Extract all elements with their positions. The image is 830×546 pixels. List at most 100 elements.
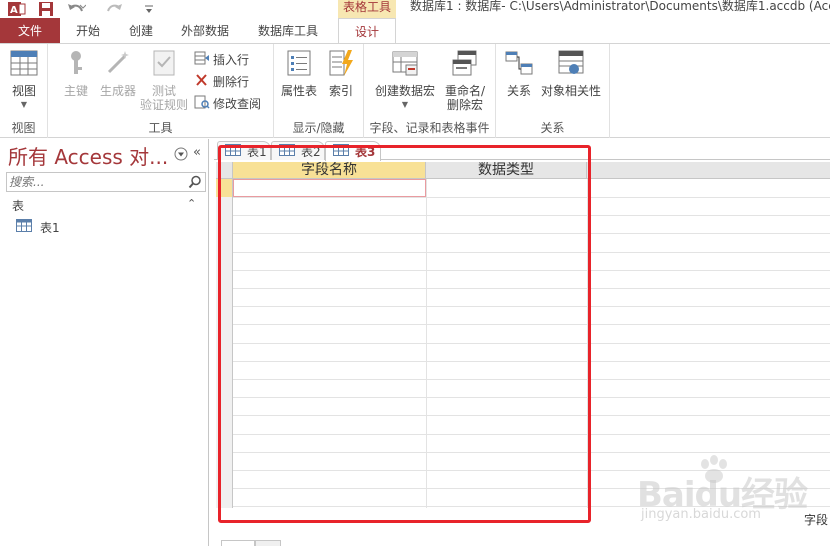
nav-pane-title[interactable]: 所有 Access 对... — [8, 141, 168, 170]
grid-row-line — [233, 452, 830, 453]
search-icon[interactable] — [188, 175, 202, 192]
grid-row-line — [233, 343, 830, 344]
create-data-macros-label: 创建数据宏 — [374, 84, 435, 98]
tab-home[interactable]: 开始 — [64, 18, 112, 44]
grid-row-line — [233, 270, 830, 271]
nav-item-label: 表1 — [40, 220, 60, 235]
grid-row-line — [233, 197, 830, 198]
delete-rows-icon — [194, 73, 210, 90]
create-data-macros-button[interactable]: 创建数据宏 ▼ — [372, 48, 438, 112]
grid-row-line — [233, 488, 830, 489]
delete-rows-label: 删除行 — [213, 74, 250, 89]
table-icon — [225, 143, 241, 159]
table-design-grid[interactable]: 字段名称 数据类型 — [216, 162, 830, 508]
document-tabs: 表1 表2 表3 — [214, 140, 830, 161]
relationships-icon — [502, 48, 536, 81]
tab-create[interactable]: 创建 — [116, 18, 166, 44]
column-header-description[interactable] — [587, 162, 830, 179]
field-properties-label: 字段 — [804, 513, 829, 527]
table-icon — [333, 144, 349, 159]
grid-row-line — [233, 379, 830, 380]
grid-row-line — [233, 506, 830, 507]
bottom-tab-lookup[interactable] — [255, 540, 281, 546]
navigation-pane: 所有 Access 对... « 表 ⌃ 表1 — [0, 139, 209, 546]
view-icon — [4, 48, 44, 81]
ribbon-tab-bar: 文件 开始 创建 外部数据 数据库工具 设计 — [0, 18, 830, 45]
tab-file[interactable]: 文件 — [0, 18, 60, 44]
grid-select-all-corner[interactable] — [216, 162, 233, 179]
rename-delete-macro-button[interactable]: 重命名/ 删除宏 — [440, 48, 490, 112]
grid-row-line — [233, 324, 830, 325]
doc-tab-table2[interactable]: 表2 — [271, 141, 325, 160]
rename-delete-macro-icon — [440, 48, 490, 81]
view-dropdown-arrow-icon: ▼ — [20, 100, 28, 109]
nav-collapse-icon[interactable]: « — [193, 145, 201, 160]
view-button[interactable]: 视图 ▼ — [4, 48, 44, 112]
grid-row-line — [233, 470, 830, 471]
test-validation-label-2: 验证规则 — [139, 98, 188, 112]
insert-rows-label: 插入行 — [213, 52, 250, 67]
row-selector-column[interactable] — [216, 179, 233, 508]
doc-tab-label: 表3 — [355, 145, 376, 159]
access-logo-icon: A — [8, 0, 26, 18]
grid-row-line — [233, 306, 830, 307]
insert-rows-button[interactable]: 插入行 — [194, 50, 249, 68]
nav-section-tables[interactable]: 表 — [12, 197, 24, 214]
bottom-tab-general[interactable] — [221, 540, 255, 546]
customize-qat-icon[interactable] — [144, 0, 154, 18]
indexes-button[interactable]: 索引 — [324, 48, 358, 98]
table-icon — [16, 219, 32, 235]
save-icon[interactable] — [38, 0, 54, 18]
doc-tab-table1[interactable]: 表1 — [217, 141, 271, 160]
column-header-field-name[interactable]: 字段名称 — [233, 162, 426, 179]
section-collapse-icon[interactable]: ⌃ — [187, 197, 196, 210]
delete-rows-button[interactable]: 删除行 — [194, 72, 249, 90]
group-tools: 主键 生成器 测试 验证规则 插入行 删除行 修改查阅 工具 — [48, 44, 274, 138]
grid-row-line — [233, 233, 830, 234]
column-header-data-type[interactable]: 数据类型 — [426, 162, 587, 179]
modify-lookups-button[interactable]: 修改查阅 — [194, 94, 261, 112]
group-label-tools: 工具 — [148, 121, 173, 135]
view-button-label: 视图 — [11, 84, 36, 98]
current-row-selector[interactable] — [216, 179, 233, 197]
grid-row-line — [233, 434, 830, 435]
relationships-button[interactable]: 关系 — [502, 48, 536, 98]
primary-key-button[interactable]: 主键 — [58, 48, 94, 98]
tab-external-data[interactable]: 外部数据 — [172, 18, 238, 44]
table-tools-context-label: 表格工具 — [338, 0, 396, 18]
object-dependencies-icon — [538, 48, 604, 81]
builder-label: 生成器 — [99, 84, 136, 98]
doc-tab-label: 表2 — [301, 144, 321, 159]
builder-wand-icon — [96, 48, 140, 81]
create-data-macros-dropdown-icon: ▼ — [401, 100, 409, 109]
builder-button[interactable]: 生成器 — [96, 48, 140, 98]
undo-icon[interactable] — [66, 0, 86, 18]
relationships-label: 关系 — [506, 84, 531, 98]
create-data-macros-icon — [372, 48, 438, 81]
property-sheet-button[interactable]: 属性表 — [278, 48, 320, 98]
tab-design[interactable]: 设计 — [338, 18, 396, 45]
active-field-name-cell[interactable] — [233, 179, 426, 197]
modify-lookups-icon — [194, 95, 210, 112]
nav-search-input[interactable] — [7, 173, 185, 191]
test-validation-rules-button[interactable]: 测试 验证规则 — [138, 48, 190, 112]
nav-item-table1[interactable]: 表1 — [16, 219, 60, 235]
modify-lookups-label: 修改查阅 — [213, 96, 262, 111]
insert-rows-icon — [194, 51, 210, 68]
group-label-show-hide: 显示/隐藏 — [292, 121, 345, 135]
object-dependencies-label: 对象相关性 — [540, 84, 601, 98]
title-bar: A 表格工具 数据库1 : 数据库- C:\Users\Administrato… — [0, 0, 830, 18]
grid-row-line — [233, 397, 830, 398]
validation-icon — [138, 48, 190, 81]
redo-icon[interactable] — [106, 0, 126, 18]
indexes-label: 索引 — [328, 84, 353, 98]
object-dependencies-button[interactable]: 对象相关性 — [538, 48, 604, 98]
ribbon: 视图 ▼ 视图 主键 生成器 测试 验证规则 插入行 删除行 修改查阅 工具 属… — [0, 43, 830, 138]
group-label-relationships: 关系 — [540, 121, 565, 135]
nav-menu-dropdown-icon[interactable] — [174, 147, 188, 164]
nav-search-box[interactable] — [6, 172, 206, 192]
doc-tab-table3[interactable]: 表3 — [325, 141, 381, 161]
group-label-view: 视图 — [11, 121, 36, 135]
doc-tab-label: 表1 — [247, 144, 267, 159]
tab-database-tools[interactable]: 数据库工具 — [248, 18, 328, 44]
